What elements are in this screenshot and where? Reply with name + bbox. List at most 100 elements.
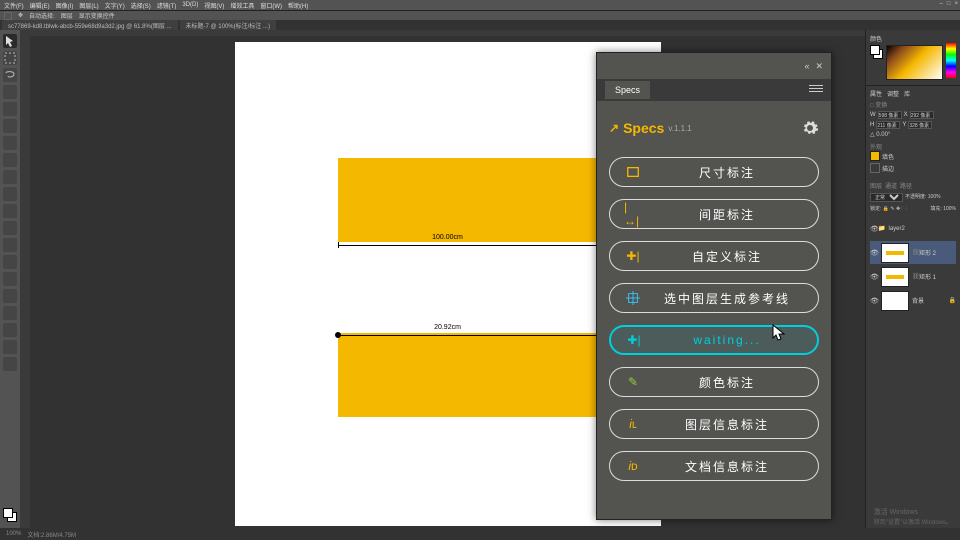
move-tool-icon: ✥ [18, 12, 23, 19]
layer-bg[interactable]: 👁背景🔒 [870, 289, 956, 312]
ruler-vertical [20, 30, 30, 528]
fgbg-mini[interactable] [870, 45, 883, 59]
specs-collapse-icon[interactable]: « [804, 61, 809, 72]
tool-move[interactable] [3, 34, 17, 48]
layer-rect1[interactable]: 👁⛓矩形 1 [870, 265, 956, 288]
window-controls: – □ × [940, 1, 958, 7]
menu-plugin[interactable]: 增效工具 [230, 1, 254, 10]
menu-file[interactable]: 文件(F) [4, 1, 24, 10]
adj-tab[interactable]: 调整 [887, 92, 899, 98]
paths-tab[interactable]: 路径 [900, 181, 912, 190]
tool-crop[interactable] [3, 102, 17, 116]
tool-eyedrop[interactable] [3, 119, 17, 133]
layer-rect2[interactable]: 👁⛓矩形 2 [870, 241, 956, 264]
menu-edit[interactable]: 编辑(E) [30, 1, 50, 10]
btn-spacing-annot[interactable]: |↔|间距标注 [609, 199, 819, 229]
menu-image[interactable]: 图像(I) [56, 1, 74, 10]
dim-label-2: 20.92cm [434, 324, 461, 331]
menu-bar: 文件(F) 编辑(E) 图像(I) 图层(L) 文字(Y) 选择(S) 滤镜(T… [0, 0, 960, 10]
menu-filter[interactable]: 滤镜(T) [157, 1, 177, 10]
tool-gradient[interactable] [3, 221, 17, 235]
doc-tabs: sc77869-kd8.tblwk-abcb-559e68d9a3d2.jpg … [0, 20, 960, 30]
tool-hand[interactable] [3, 340, 17, 354]
tool-eraser[interactable] [3, 204, 17, 218]
btn-custom-annot[interactable]: ✚|自定义标注 [609, 241, 819, 271]
dim-label-1: 100.00cm [432, 234, 463, 241]
appearance-hd: 外观 [870, 142, 956, 151]
specs-tab[interactable]: Specs [605, 81, 650, 99]
fill-swatch[interactable] [870, 151, 880, 161]
btn-layer-info[interactable]: iʟ图层信息标注 [609, 409, 819, 439]
shape-rect-1[interactable] [338, 158, 624, 242]
prop-h[interactable] [876, 121, 900, 129]
tool-brush[interactable] [3, 153, 17, 167]
btn-doc-info[interactable]: iᴅ文档信息标注 [609, 451, 819, 481]
color-swatches[interactable] [3, 508, 17, 522]
menu-select[interactable]: 选择(S) [131, 1, 151, 10]
color-tab[interactable]: 颜色 [870, 34, 956, 43]
layers-tab[interactable]: 图层 [870, 181, 882, 190]
tool-heal[interactable] [3, 136, 17, 150]
options-bar: ✥ 自动选择: 图层 显示变换控件 [0, 10, 960, 20]
shape-rect-2[interactable] [338, 333, 624, 417]
toolbox [0, 30, 20, 528]
tool-dodge[interactable] [3, 255, 17, 269]
doc-tab-2[interactable]: 未标题-7 @ 100%(标注/标注 ...) [180, 20, 276, 31]
tool-marquee[interactable] [3, 51, 17, 65]
menu-view[interactable]: 视图(V) [204, 1, 224, 10]
gear-icon[interactable] [801, 119, 819, 137]
menu-help[interactable]: 帮助(H) [288, 1, 308, 10]
tool-blur[interactable] [3, 238, 17, 252]
menu-window[interactable]: 窗口(W) [260, 1, 282, 10]
channels-tab[interactable]: 通道 [885, 181, 897, 190]
btn-guide-gen[interactable]: 选中图层生成参考线 [609, 283, 819, 313]
doc-tab-1[interactable]: sc77869-kd8.tblwk-abcb-559e68d9a3d2.jpg … [2, 20, 178, 31]
prop-y[interactable] [908, 121, 932, 129]
prop-tab[interactable]: 属性 [870, 92, 882, 98]
tool-zoom[interactable] [3, 357, 17, 371]
window-min[interactable]: – [940, 1, 943, 7]
layers-panel: 图层 通道 路径 正常 不透明度: 100% 锁定: 🔒 ✎ ✥ 🗀填充: 10… [866, 178, 960, 528]
specs-title: Specs [623, 120, 664, 136]
btn-size-annot[interactable]: 尺寸标注 [609, 157, 819, 187]
fill-label2: 填充: 100% [930, 205, 956, 214]
hamburger-icon[interactable] [809, 85, 823, 95]
color-panel: 颜色 [866, 30, 960, 85]
lib-tab[interactable]: 库 [904, 92, 910, 98]
home-icon[interactable] [4, 12, 12, 20]
specs-panel: « ✕ Specs ↗ Specs v.1.1.1 尺寸标注 |↔|间距标注 ✚|… [596, 52, 832, 520]
windows-watermark: 激活 Windows 转到"设置"以激活 Windows。 [874, 507, 952, 526]
tool-wand[interactable] [3, 85, 17, 99]
hue-strip[interactable] [946, 43, 956, 78]
blend-mode[interactable]: 正常 [870, 193, 903, 202]
specs-logo-icon: ↗ [609, 121, 619, 135]
window-close[interactable]: × [954, 1, 958, 7]
menu-type[interactable]: 文字(Y) [105, 1, 125, 10]
tool-lasso[interactable] [3, 68, 17, 82]
status-zoom[interactable]: 100% [6, 531, 21, 537]
tool-rect[interactable] [3, 323, 17, 337]
tool-pen[interactable] [3, 272, 17, 286]
specs-close-icon[interactable]: ✕ [815, 61, 823, 72]
status-bar: 100% 文档:2.86M/4.75M [0, 528, 960, 540]
properties-panel: 属性 调整 库 □ 变换 WX HY △ 0.00° 外观 填色 描边 [866, 85, 960, 178]
btn-color-annot[interactable]: ✎颜色标注 [609, 367, 819, 397]
tool-type[interactable] [3, 289, 17, 303]
layer-group[interactable]: 👁📁layer2 [870, 217, 956, 240]
specs-version: v.1.1.1 [668, 124, 691, 133]
prop-w[interactable] [878, 111, 902, 119]
right-panels: 颜色 属性 调整 库 □ 变换 WX HY △ 0.00° 外观 填色 描边 图… [865, 30, 960, 528]
menu-layer[interactable]: 图层(L) [79, 1, 98, 10]
tool-stamp[interactable] [3, 170, 17, 184]
ruler-horizontal [30, 30, 865, 36]
btn-waiting[interactable]: ✚|waiting... [609, 325, 819, 355]
menu-3d[interactable]: 3D(D) [182, 2, 198, 8]
prop-x[interactable] [910, 111, 934, 119]
color-field[interactable] [886, 45, 943, 80]
fill-label: 填色 [882, 152, 894, 161]
tool-path[interactable] [3, 306, 17, 320]
status-doc: 文档:2.86M/4.75M [27, 530, 76, 539]
opacity-label: 不透明度: 100% [905, 193, 941, 202]
tool-history[interactable] [3, 187, 17, 201]
window-restore[interactable]: □ [947, 1, 951, 7]
